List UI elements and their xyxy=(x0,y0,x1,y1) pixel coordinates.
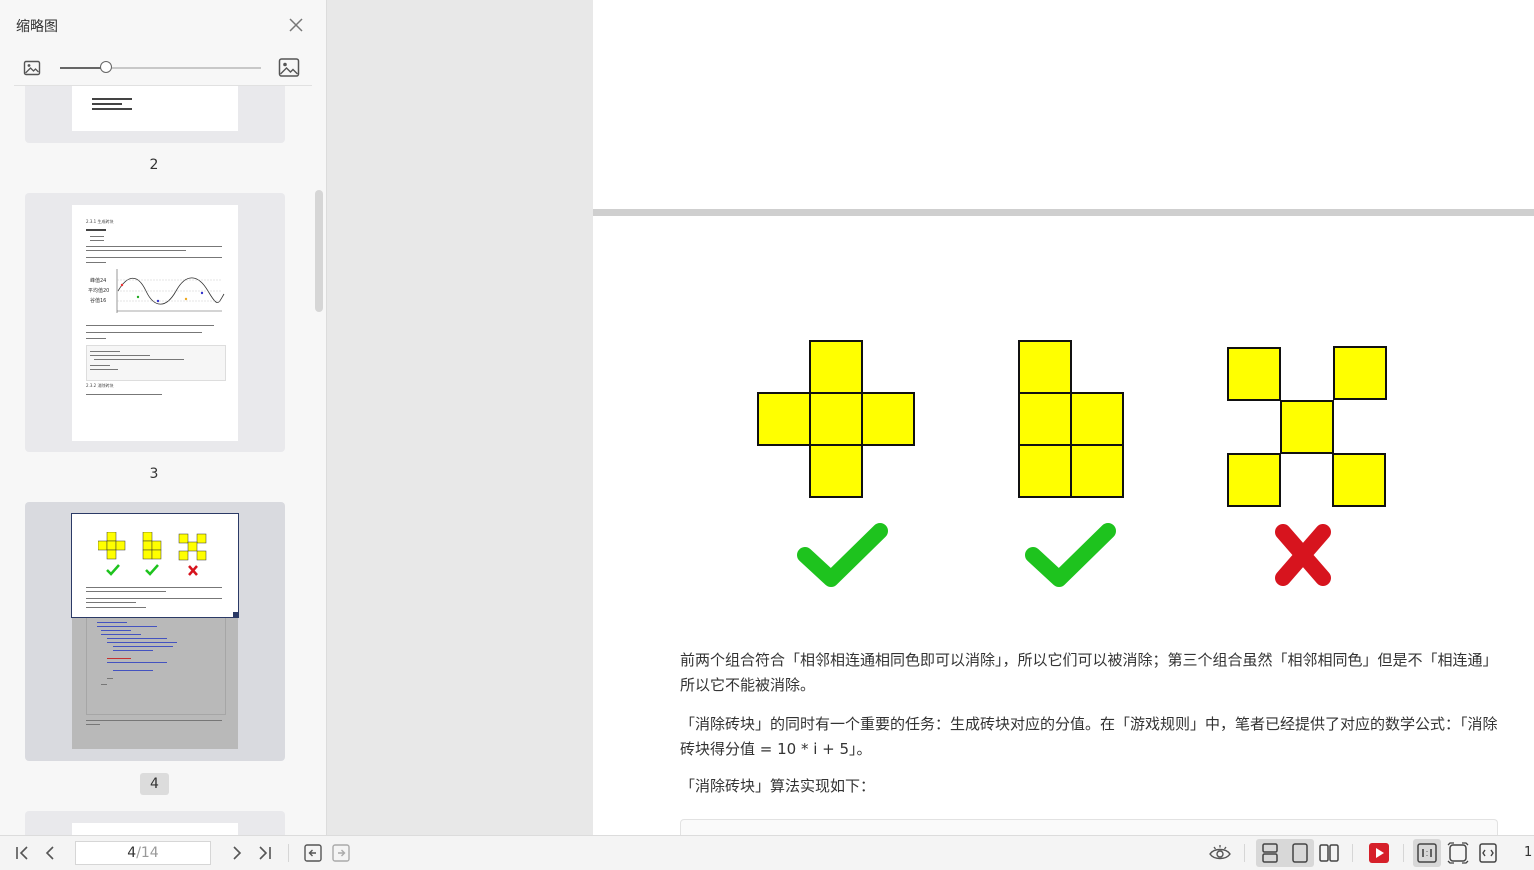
paragraph-2: 「消除砖块」的同时有一个重要的任务：生成砖块对应的分值。在「游戏规则」中，笔者已… xyxy=(680,715,1498,758)
brick-group-x-shape xyxy=(1227,346,1387,507)
two-page-icon[interactable] xyxy=(1317,841,1341,865)
thumbnail-label: 2 xyxy=(149,157,159,173)
mini-axis-label-mid: 平均值20 xyxy=(88,288,110,294)
thumbnail-page-4[interactable] xyxy=(25,502,285,761)
single-page-icon[interactable] xyxy=(1288,841,1312,865)
page-number-input[interactable]: 4/14 xyxy=(75,841,211,865)
paragraph-1: 前两个组合符合「相邻相连通相同色即可以消除」，所以它们可以被消除；第三个组合虽然… xyxy=(680,651,1498,694)
first-page-icon[interactable] xyxy=(10,841,34,865)
toolbar-separator xyxy=(1352,844,1353,862)
fit-width-icon[interactable] xyxy=(1476,841,1500,865)
mini-axis-label-max: 峰值24 xyxy=(90,278,107,284)
page-4: 前两个组合符合「相邻相连通相同色即可以消除」，所以它们可以被消除；第三个组合虽然… xyxy=(593,216,1534,835)
sidebar-scrollbar[interactable] xyxy=(315,190,323,312)
next-page-icon[interactable] xyxy=(224,841,248,865)
cross-icon xyxy=(1275,524,1331,586)
brick-group-plus xyxy=(757,340,915,498)
code-block xyxy=(680,819,1498,835)
toolbar-separator xyxy=(1403,844,1404,862)
play-slideshow-icon[interactable] xyxy=(1367,841,1391,865)
thumbnail-page-image: 2.3.1 生成砖块 峰值24 平均值20 谷值16 2.3.2 消除砖块 xyxy=(72,205,238,441)
actual-size-icon[interactable] xyxy=(1415,841,1439,865)
current-page-number: 4 xyxy=(127,845,137,861)
toolbar-separator xyxy=(288,844,289,862)
eye-care-icon[interactable] xyxy=(1208,841,1232,865)
mini-section-heading: 2.3.1 生成砖块 xyxy=(86,219,114,224)
back-view-icon[interactable] xyxy=(301,841,325,865)
thumbnail-page-image xyxy=(72,823,238,835)
thumbnail-label: 3 xyxy=(149,466,159,482)
thumbnail-label-current: 4 xyxy=(140,773,169,795)
thumbnail-page-image xyxy=(72,86,238,131)
sidebar-title: 缩略图 xyxy=(16,19,58,35)
total-page-count: /14 xyxy=(136,845,159,861)
bottom-toolbar: 4/14 1 xyxy=(0,835,1534,870)
thumbnail-list: 2 2.3.1 生成砖块 峰值24 平均值20 谷值16 2.3.2 消除砖块 … xyxy=(0,86,326,835)
thumbnail-sidebar: 缩略图 2 2.3.1 生成砖块 峰值24 平均值20 谷值16 2.3.2 消… xyxy=(0,0,327,835)
thumbnail-viewport-frame[interactable] xyxy=(71,513,239,618)
close-icon[interactable] xyxy=(286,15,306,35)
brick-combination-figure xyxy=(757,340,1387,587)
page-separator xyxy=(593,209,1534,216)
thumbnail-page-5[interactable] xyxy=(25,811,285,835)
mini-section-heading: 2.3.2 消除砖块 xyxy=(86,383,114,388)
fit-page-icon[interactable] xyxy=(1446,841,1470,865)
thumbnail-page-3[interactable]: 2.3.1 生成砖块 峰值24 平均值20 谷值16 2.3.2 消除砖块 xyxy=(25,193,285,452)
thumbnail-zoom-control xyxy=(0,52,326,84)
thumbnail-mini-code xyxy=(86,618,226,715)
image-small-icon[interactable] xyxy=(22,58,42,78)
viewport-resize-handle[interactable] xyxy=(233,612,239,618)
mini-axis-label-min: 谷值16 xyxy=(90,298,107,304)
zoom-slider-handle[interactable] xyxy=(100,61,112,73)
continuous-scroll-icon[interactable] xyxy=(1258,841,1282,865)
document-viewer: 前两个组合符合「相邻相连通相同色即可以消除」，所以它们可以被消除；第三个组合虽然… xyxy=(327,0,1534,835)
brick-group-l-shape xyxy=(1018,340,1124,498)
page-3-bottom xyxy=(593,0,1534,209)
check-icon xyxy=(797,523,888,587)
image-large-icon[interactable] xyxy=(278,57,300,79)
toolbar-separator xyxy=(1244,844,1245,862)
check-icon xyxy=(1025,523,1116,587)
previous-page-icon[interactable] xyxy=(39,841,63,865)
thumbnail-page-2[interactable] xyxy=(25,86,285,143)
paragraph-3: 「消除砖块」算法实现如下： xyxy=(680,777,876,795)
forward-view-icon[interactable] xyxy=(329,841,353,865)
zoom-level-text[interactable]: 1 xyxy=(1524,845,1532,860)
last-page-icon[interactable] xyxy=(253,841,277,865)
